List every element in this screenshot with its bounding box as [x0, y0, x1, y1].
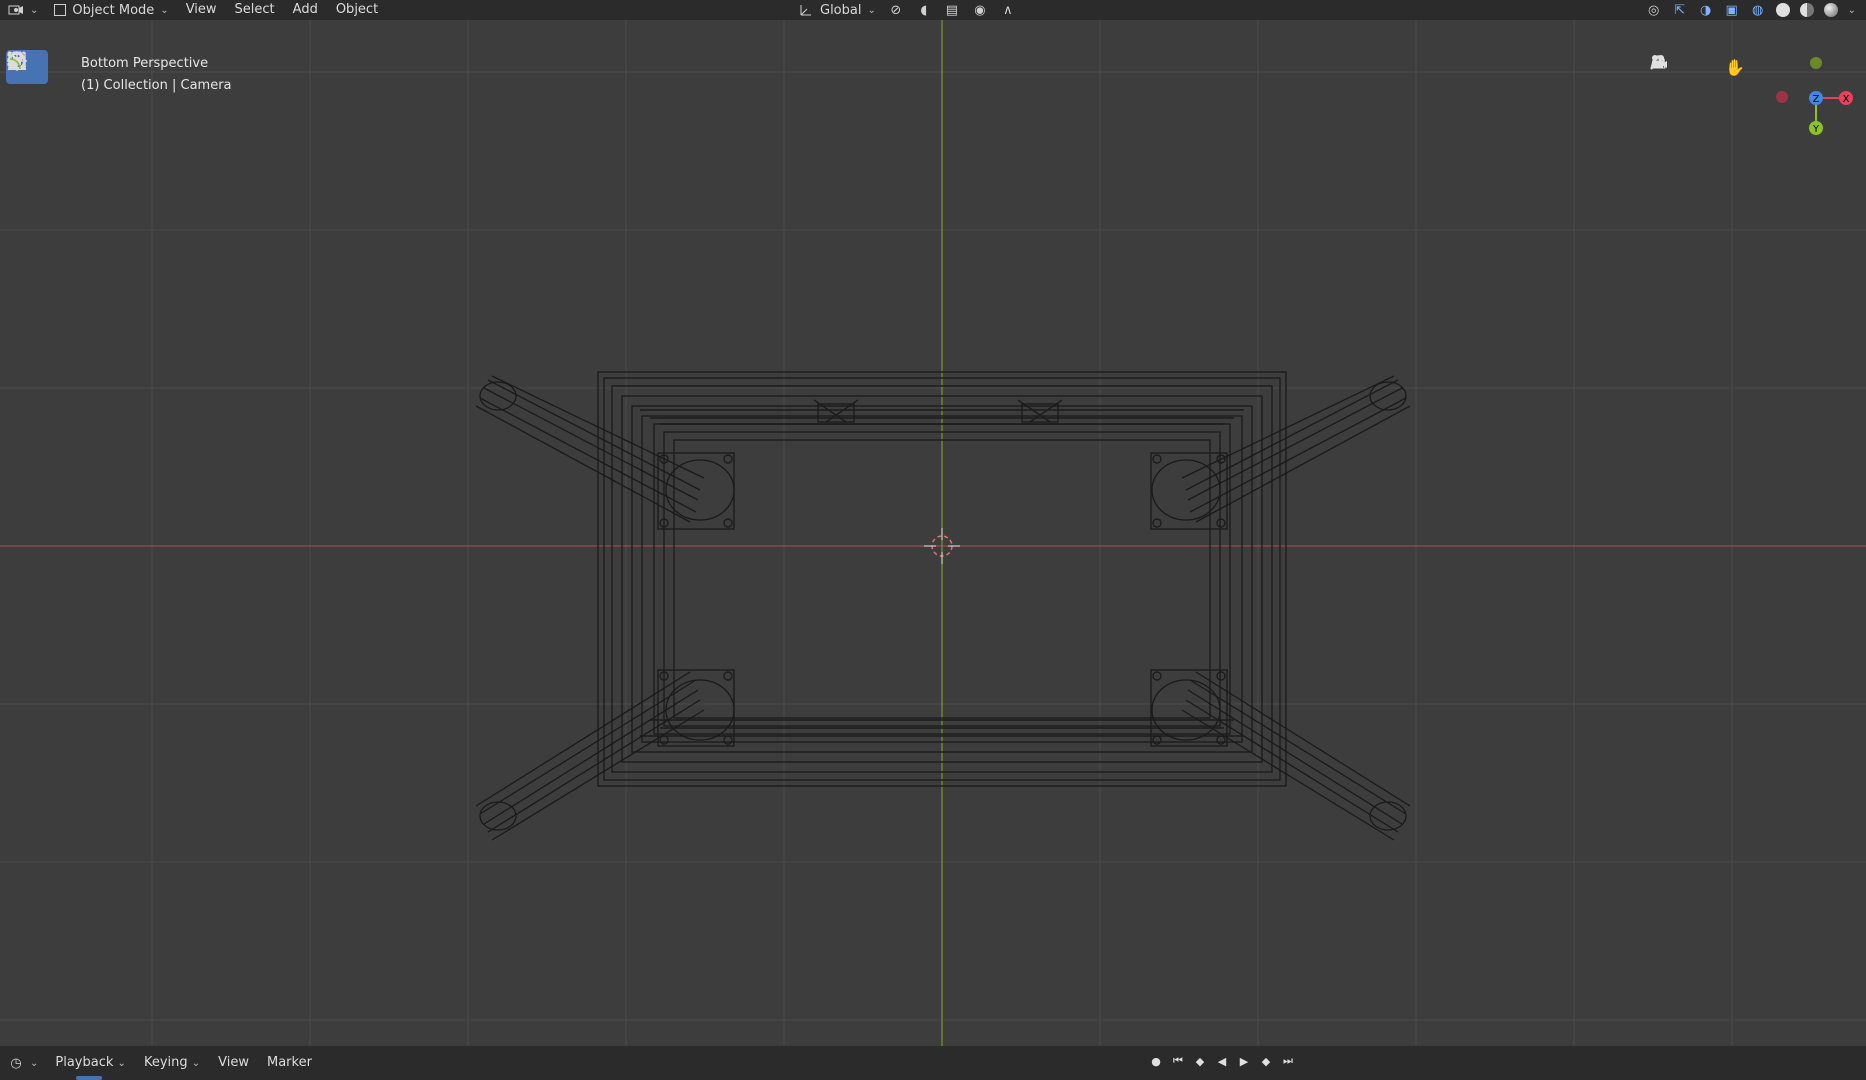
floor-grid	[0, 20, 1866, 1046]
gizmo-toggle-icon[interactable]: ⇱	[1672, 2, 1688, 18]
proportional-editing-icon[interactable]: ◉	[972, 2, 988, 18]
visibility-eye-icon[interactable]: ◎	[1646, 2, 1662, 18]
viewport-display-tools: ◎ ⇱ ◑ ▣ ◍ ⌄	[1646, 0, 1856, 20]
menu-timeline-view[interactable]: View	[209, 1053, 258, 1073]
tool-shelf	[6, 50, 50, 370]
clock-icon: ◷	[10, 1055, 22, 1071]
toolbar-separator	[6, 126, 50, 132]
timeline-scroll-handle[interactable]	[76, 1076, 102, 1080]
mode-label: Object Mode	[72, 2, 155, 18]
play-reverse-button[interactable]: ◀	[1214, 1053, 1230, 1069]
pivot-point-icon[interactable]: ⊘	[888, 2, 904, 18]
menu-select[interactable]: Select	[226, 0, 284, 20]
pan-view-button[interactable]: ✋	[1722, 54, 1748, 80]
navigation-controls: ✋	[1650, 54, 1784, 80]
hand-icon: ✋	[1725, 57, 1745, 77]
viewport-info: Bottom Perspective (1) Collection | Came…	[81, 53, 232, 97]
gizmo-x-label: X	[1843, 94, 1850, 105]
viewport-icon	[8, 2, 24, 18]
table-legs	[475, 375, 1411, 841]
timeline-editor-type-button[interactable]: ◷ ⌄	[0, 1053, 46, 1073]
menu-keying[interactable]: Keying ⌄	[135, 1053, 209, 1073]
orientation-axes-icon	[798, 2, 814, 18]
collection-info: (1) Collection | Camera	[81, 78, 232, 93]
solid-shading-icon[interactable]	[1775, 3, 1790, 17]
overlays-icon[interactable]: ◑	[1698, 2, 1714, 18]
menu-add[interactable]: Add	[284, 0, 327, 20]
camera-view-button[interactable]	[1652, 54, 1712, 80]
move-tool[interactable]	[6, 51, 48, 170]
menu-keying-label: Keying	[143, 1055, 188, 1070]
3d-viewport[interactable]: Bottom Perspective (1) Collection | Came…	[0, 20, 1866, 1046]
scale-tool[interactable]	[6, 52, 48, 246]
play-button[interactable]: ▶	[1236, 1053, 1252, 1069]
snap-icon[interactable]: ◖	[916, 2, 932, 18]
object-mode-icon	[54, 4, 67, 16]
chevron-down-icon: ⌄	[30, 1057, 39, 1069]
wireframe-shading-icon[interactable]: ◍	[1750, 2, 1766, 18]
rotate-tool[interactable]	[6, 53, 48, 208]
transform-orientation-label: Global	[820, 2, 862, 18]
view-name: Bottom Perspective	[81, 56, 209, 71]
snap-target-icon[interactable]: ▤	[944, 2, 960, 18]
gizmo-z-label: Z	[1813, 94, 1820, 105]
mode-dropdown[interactable]: Object Mode ⌄	[46, 0, 176, 20]
rendered-shading-icon[interactable]	[1823, 3, 1838, 17]
material-shading-icon[interactable]	[1799, 3, 1814, 17]
next-keyframe-button[interactable]: ◆	[1258, 1053, 1274, 1069]
editor-type-button[interactable]: ⌄	[0, 0, 46, 20]
playback-controls: ● ⏮ ◆ ◀ ▶ ◆ ⏭	[1148, 1053, 1296, 1069]
measure-tool[interactable]	[6, 53, 48, 370]
chevron-down-icon[interactable]: ⌄	[1848, 5, 1856, 16]
xray-toggle-icon[interactable]: ▣	[1724, 2, 1740, 18]
transform-tools: Global ⌄ ⊘ ◖ ▤ ◉ ∧	[798, 0, 1016, 20]
cursor-tool[interactable]	[6, 51, 48, 122]
chevron-down-icon: ⌄	[160, 4, 169, 16]
gizmo-y-label: Y	[1812, 124, 1820, 135]
chevron-down-icon: ⌄	[191, 1058, 201, 1069]
toolbar-separator	[6, 288, 50, 294]
annotate-tool[interactable]	[6, 55, 48, 332]
prev-keyframe-button[interactable]: ◆	[1192, 1053, 1208, 1069]
chevron-down-icon: ⌄	[867, 4, 876, 16]
timeline-header: ◷ ⌄ Playback ⌄ Keying ⌄ View Marker	[0, 1046, 1866, 1080]
gizmo-neg-y-ball[interactable]	[1810, 57, 1822, 69]
viewport-scene	[0, 20, 1866, 1046]
transform-tool[interactable]	[6, 52, 48, 284]
menu-playback[interactable]: Playback ⌄	[46, 1053, 135, 1073]
menu-object[interactable]: Object	[327, 0, 387, 20]
jump-start-button[interactable]: ⏮	[1170, 1053, 1186, 1069]
jump-end-button[interactable]: ⏭	[1280, 1053, 1296, 1069]
chevron-down-icon: ⌄	[30, 4, 39, 16]
orientation-gizmo[interactable]: Z X Y	[1766, 54, 1862, 150]
menu-marker[interactable]: Marker	[258, 1053, 321, 1073]
chevron-down-icon: ⌄	[117, 1058, 126, 1069]
menu-view[interactable]: View	[177, 0, 226, 20]
record-button[interactable]: ●	[1148, 1053, 1164, 1069]
falloff-curve-icon[interactable]: ∧	[1000, 2, 1016, 18]
menu-playback-label: Playback	[55, 1055, 114, 1070]
transform-orientation-dropdown[interactable]: Global ⌄	[798, 2, 876, 18]
gizmo-neg-x-ball[interactable]	[1776, 91, 1788, 103]
